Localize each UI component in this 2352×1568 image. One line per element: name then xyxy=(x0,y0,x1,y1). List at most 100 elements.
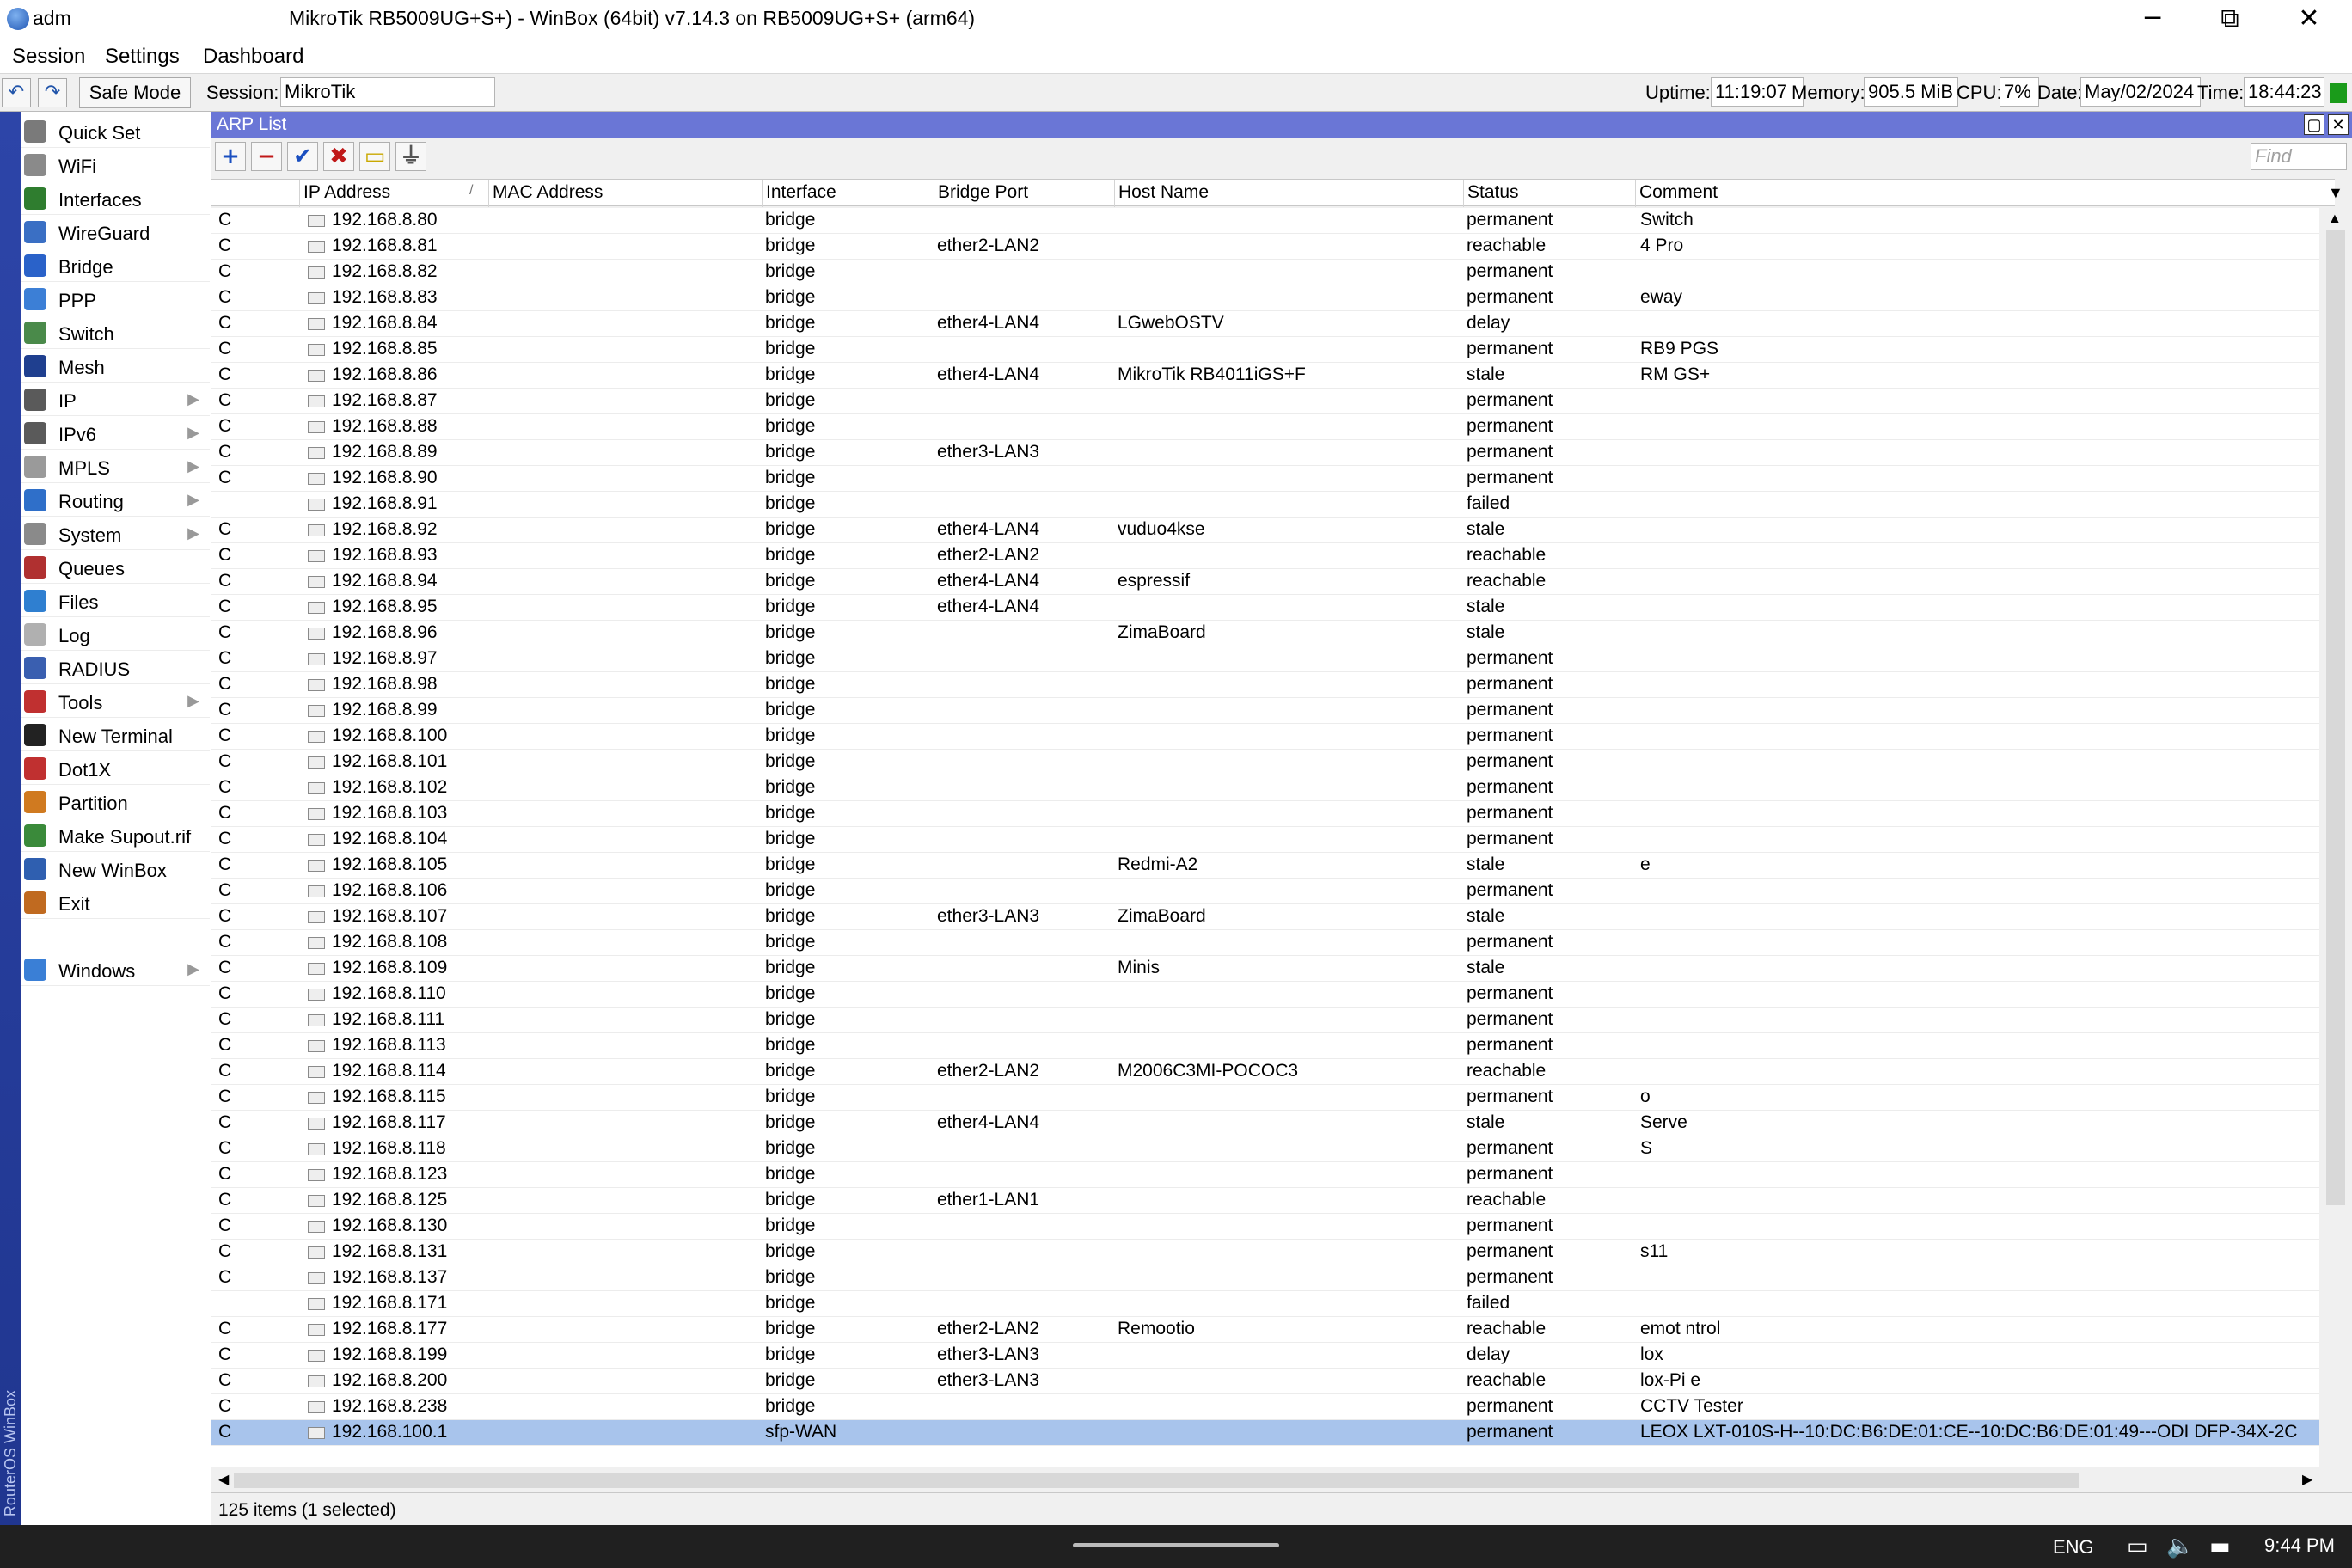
table-row[interactable]: C 192.168.8.109 bridge Minis stale xyxy=(211,956,2319,982)
sidebar-item-mesh[interactable]: Mesh xyxy=(21,350,210,383)
scroll-right-icon[interactable]: ▶ xyxy=(2302,1471,2312,1488)
sidebar-item-ppp[interactable]: PPP xyxy=(21,283,210,315)
sidebar-item-new-terminal[interactable]: New Terminal xyxy=(21,719,210,751)
col-mac-address[interactable]: MAC Address xyxy=(488,180,756,207)
table-row[interactable]: C 192.168.8.105 bridge Redmi-A2 stale e xyxy=(211,853,2319,879)
taskbar-handle[interactable] xyxy=(1073,1543,1279,1547)
arp-window-titlebar[interactable]: ARP List ▢ ✕ xyxy=(211,112,2352,138)
close-icon[interactable]: ✕ xyxy=(2269,0,2349,40)
table-row[interactable]: C 192.168.8.92 bridge ether4-LAN4 vuduo4kse s… xyxy=(211,518,2319,543)
table-row[interactable]: C 192.168.8.107 bridge ether3-LAN3 ZimaBoard… xyxy=(211,904,2319,930)
table-row[interactable]: C 192.168.8.98 bridge permanent xyxy=(211,672,2319,698)
table-row[interactable]: C 192.168.8.238 bridge permanent CCTV Tester xyxy=(211,1394,2319,1420)
table-row[interactable]: C 192.168.8.100 bridge permanent xyxy=(211,724,2319,750)
table-row[interactable]: C 192.168.8.125 bridge ether1-LAN1 reachable xyxy=(211,1188,2319,1214)
maximize-icon[interactable]: ⧉ xyxy=(2190,0,2269,40)
table-row[interactable]: C 192.168.8.84 bridge ether4-LAN4 LGwebOSTV d… xyxy=(211,311,2319,337)
sidebar-item-ipv6[interactable]: IPv6 ▶ xyxy=(21,417,210,450)
table-row[interactable]: C 192.168.8.130 bridge permanent xyxy=(211,1214,2319,1240)
sidebar-item-quick-set[interactable]: Quick Set xyxy=(21,115,210,148)
remove-button[interactable]: − xyxy=(251,142,282,171)
table-row[interactable]: C 192.168.8.101 bridge permanent xyxy=(211,750,2319,775)
minimize-icon[interactable]: ─ xyxy=(2113,0,2192,40)
menu-settings[interactable]: Settings xyxy=(105,45,180,69)
table-row[interactable]: C 192.168.8.80 bridge permanent Switch xyxy=(211,208,2319,234)
sidebar-item-system[interactable]: System ▶ xyxy=(21,518,210,550)
undo-icon[interactable]: ↶ xyxy=(2,78,31,107)
table-row[interactable]: C 192.168.8.106 bridge permanent xyxy=(211,879,2319,904)
table-row[interactable]: C 192.168.8.111 bridge permanent xyxy=(211,1008,2319,1033)
table-row[interactable]: C 192.168.8.81 bridge ether2-LAN2 reachable 4… xyxy=(211,234,2319,260)
comment-button[interactable]: ▭ xyxy=(359,142,390,171)
table-row[interactable]: C 192.168.8.94 bridge ether4-LAN4 espressif r… xyxy=(211,569,2319,595)
sidebar-item-tools[interactable]: Tools ▶ xyxy=(21,685,210,718)
table-row[interactable]: C 192.168.100.1 sfp-WAN permanent LEOX LXT-0… xyxy=(211,1420,2319,1446)
sidebar-item-wifi[interactable]: WiFi xyxy=(21,149,210,181)
menu-session[interactable]: Session xyxy=(12,45,85,69)
col-comment[interactable]: Comment xyxy=(1635,180,2335,207)
table-row[interactable]: C 192.168.8.137 bridge permanent xyxy=(211,1265,2319,1291)
table-row[interactable]: C 192.168.8.199 bridge ether3-LAN3 delay lox xyxy=(211,1343,2319,1369)
sidebar-item-mpls[interactable]: MPLS ▶ xyxy=(21,450,210,483)
col-status[interactable]: Status xyxy=(1463,180,1635,207)
clock[interactable]: 9:44 PM xyxy=(2264,1534,2335,1557)
table-row[interactable]: C 192.168.8.97 bridge permanent xyxy=(211,646,2319,672)
sidebar-item-wireguard[interactable]: WireGuard xyxy=(21,216,210,248)
table-row[interactable]: C 192.168.8.115 bridge permanent o xyxy=(211,1085,2319,1111)
disable-button[interactable]: ✖ xyxy=(323,142,354,171)
col-interface[interactable]: Interface xyxy=(762,180,934,207)
table-row[interactable]: C 192.168.8.103 bridge permanent xyxy=(211,801,2319,827)
table-row[interactable]: C 192.168.8.87 bridge permanent xyxy=(211,389,2319,414)
sidebar-item-partition[interactable]: Partition xyxy=(21,786,210,818)
table-row[interactable]: 192.168.8.171 bridge failed xyxy=(211,1291,2319,1317)
table-row[interactable]: C 192.168.8.102 bridge permanent xyxy=(211,775,2319,801)
table-row[interactable]: 192.168.8.91 bridge failed xyxy=(211,492,2319,518)
col-host-name[interactable]: Host Name xyxy=(1114,180,1463,207)
sidebar-item-radius[interactable]: RADIUS xyxy=(21,652,210,684)
filter-button[interactable]: ⏚ xyxy=(395,142,426,171)
table-row[interactable]: C 192.168.8.113 bridge permanent xyxy=(211,1033,2319,1059)
sidebar-item-make-supout-rif[interactable]: Make Supout.rif xyxy=(21,819,210,852)
table-row[interactable]: C 192.168.8.104 bridge permanent xyxy=(211,827,2319,853)
sidebar-item-interfaces[interactable]: Interfaces xyxy=(21,182,210,215)
table-row[interactable]: C 192.168.8.83 bridge permanent eway xyxy=(211,285,2319,311)
table-row[interactable]: C 192.168.8.88 bridge permanent xyxy=(211,414,2319,440)
find-input[interactable]: Find xyxy=(2251,143,2347,170)
add-button[interactable]: + xyxy=(215,142,246,171)
table-row[interactable]: C 192.168.8.123 bridge permanent xyxy=(211,1162,2319,1188)
sidebar-item-exit[interactable]: Exit xyxy=(21,886,210,919)
horizontal-scroll-thumb[interactable] xyxy=(234,1473,2079,1488)
sidebar-item-files[interactable]: Files xyxy=(21,585,210,617)
sidebar-item-routing[interactable]: Routing ▶ xyxy=(21,484,210,517)
sidebar-item-new-winbox[interactable]: New WinBox xyxy=(21,853,210,885)
sidebar-item-dot1x[interactable]: Dot1X xyxy=(21,752,210,785)
restore-icon[interactable]: ▢ xyxy=(2304,114,2324,135)
vertical-scrollbar[interactable]: ▲ ▼ xyxy=(2323,208,2349,1559)
speaker-icon[interactable]: 🔈 xyxy=(2166,1534,2194,1559)
table-row[interactable]: C 192.168.8.110 bridge permanent xyxy=(211,982,2319,1008)
scroll-left-icon[interactable]: ◀ xyxy=(218,1471,229,1488)
enable-button[interactable]: ✔ xyxy=(287,142,318,171)
col-ip-address[interactable]: IP Address xyxy=(299,180,493,207)
scroll-up-icon[interactable]: ▲ xyxy=(2328,211,2342,227)
table-row[interactable]: C 192.168.8.96 bridge ZimaBoard stale xyxy=(211,621,2319,646)
redo-icon[interactable]: ↷ xyxy=(38,78,67,107)
close-window-icon[interactable]: ✕ xyxy=(2328,114,2349,135)
table-row[interactable]: C 192.168.8.95 bridge ether4-LAN4 stale xyxy=(211,595,2319,621)
table-row[interactable]: C 192.168.8.93 bridge ether2-LAN2 reachable xyxy=(211,543,2319,569)
table-row[interactable]: C 192.168.8.99 bridge permanent xyxy=(211,698,2319,724)
table-row[interactable]: C 192.168.8.114 bridge ether2-LAN2 M2006C3MI… xyxy=(211,1059,2319,1085)
table-row[interactable]: C 192.168.8.200 bridge ether3-LAN3 reachable… xyxy=(211,1369,2319,1394)
table-row[interactable]: C 192.168.8.117 bridge ether4-LAN4 stale Serv… xyxy=(211,1111,2319,1136)
display-icon[interactable]: ▭ xyxy=(2127,1534,2148,1559)
table-row[interactable]: C 192.168.8.89 bridge ether3-LAN3 permanent xyxy=(211,440,2319,466)
table-row[interactable]: C 192.168.8.86 bridge ether4-LAN4 MikroTik R… xyxy=(211,363,2319,389)
table-row[interactable]: C 192.168.8.90 bridge permanent xyxy=(211,466,2319,492)
menu-dashboard[interactable]: Dashboard xyxy=(203,45,303,69)
sidebar-item-bridge[interactable]: Bridge xyxy=(21,249,210,282)
sidebar-item-ip[interactable]: IP ▶ xyxy=(21,383,210,416)
col-bridge-port[interactable]: Bridge Port xyxy=(934,180,1114,207)
table-row[interactable]: C 192.168.8.85 bridge permanent RB9 PGS xyxy=(211,337,2319,363)
vertical-scroll-thumb[interactable] xyxy=(2326,230,2345,1205)
sidebar-item-switch[interactable]: Switch xyxy=(21,316,210,349)
